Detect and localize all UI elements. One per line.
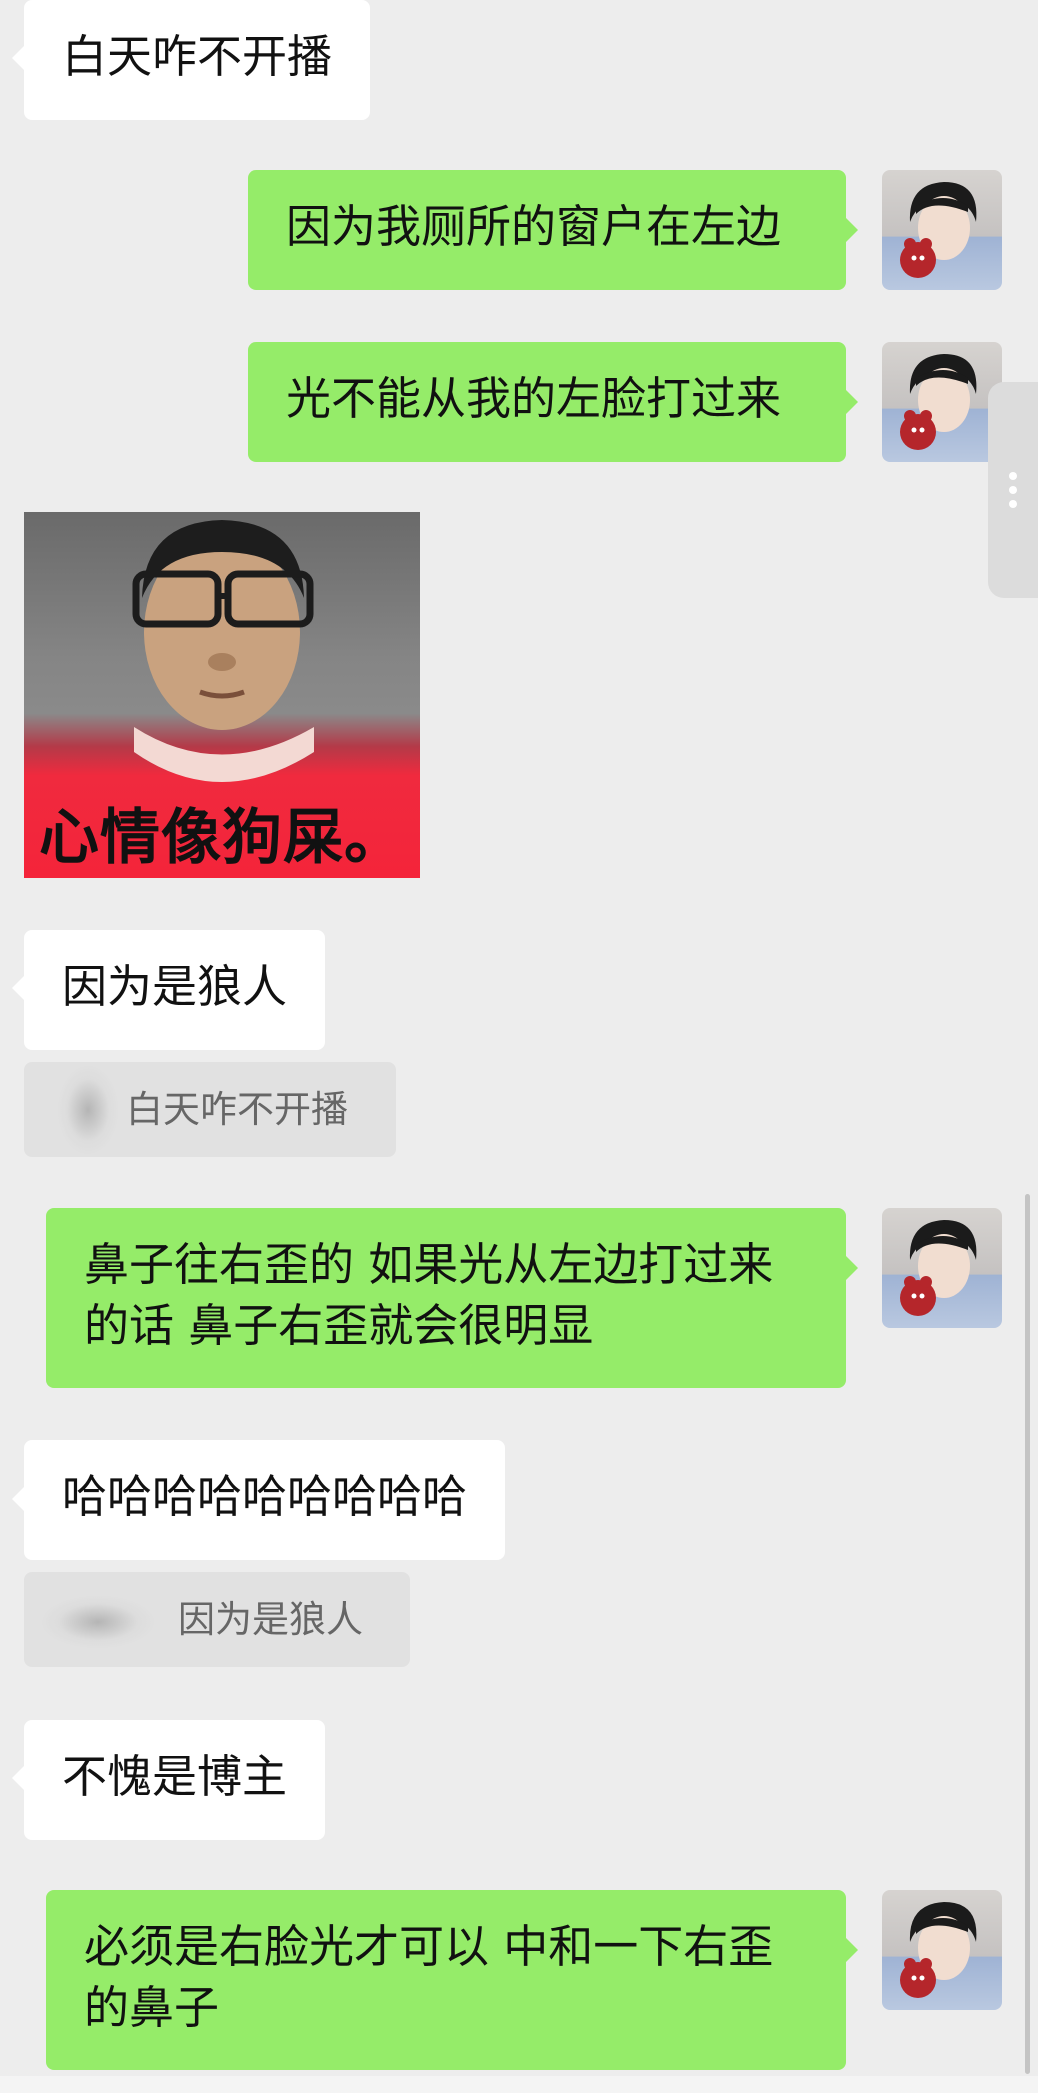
bubble-tail [12,46,24,70]
message-text: 因为我厕所的窗户在左边 [286,200,782,253]
bubble-tail [846,1256,858,1280]
bottom-edge [0,2076,1038,2093]
outgoing-message-bubble[interactable]: 光不能从我的左脸打过来 [248,342,846,462]
avatar-portrait-icon [900,354,977,450]
user-avatar[interactable] [882,170,1002,290]
bubble-tail [12,976,24,1000]
sticker-image[interactable]: 心情像狗屎。 [24,512,420,878]
message-text: 因为是狼人 [62,960,288,1013]
outgoing-message-bubble[interactable]: 必须是右脸光才可以 中和一下右歪的鼻子 [46,1890,846,2070]
quoted-message[interactable]: 因为是狼人 [24,1572,410,1667]
message-text: 不愧是博主 [62,1750,288,1803]
avatar-portrait-icon [900,182,977,278]
blurred-avatar [58,1066,118,1154]
bubble-tail [846,1938,858,1962]
message-text: 哈哈哈哈哈哈哈哈哈 [62,1470,468,1523]
incoming-message-bubble[interactable]: 白天咋不开播 [24,0,371,120]
outgoing-message-bubble[interactable]: 鼻子往右歪的 如果光从左边打过来的话 鼻子右歪就会很明显 [46,1208,846,1388]
quoted-text: 因为是狼人 [178,1598,363,1641]
more-options-handle[interactable] [988,382,1038,598]
avatar-portrait-icon [900,1220,977,1316]
outgoing-message-bubble[interactable]: 因为我厕所的窗户在左边 [248,170,846,290]
user-avatar[interactable] [882,1208,1002,1328]
user-avatar[interactable] [882,1890,1002,2010]
message-text: 光不能从我的左脸打过来 [286,372,782,425]
incoming-message-bubble[interactable]: 因为是狼人 [24,930,326,1050]
bubble-tail [12,1487,24,1511]
scrollbar[interactable] [1025,1194,1030,2074]
avatar-portrait-icon [900,1902,977,1998]
incoming-message-bubble[interactable]: 哈哈哈哈哈哈哈哈哈 [24,1440,506,1560]
bubble-tail [846,218,858,242]
bubble-tail [12,1766,24,1790]
quoted-message[interactable]: 白天咋不开播 [24,1062,396,1157]
incoming-message-bubble[interactable]: 不愧是博主 [24,1720,326,1840]
user-avatar[interactable] [882,342,1002,462]
message-text: 白天咋不开播 [62,30,333,83]
sticker-caption: 心情像狗屎。 [39,803,405,873]
message-text: 必须是右脸光才可以 中和一下右歪的鼻子 [84,1920,774,2034]
blurred-avatar [42,1596,154,1648]
bubble-tail [846,390,858,414]
message-text: 鼻子往右歪的 如果光从左边打过来的话 鼻子右歪就会很明显 [84,1238,774,1352]
quoted-text: 白天咋不开播 [126,1088,348,1131]
